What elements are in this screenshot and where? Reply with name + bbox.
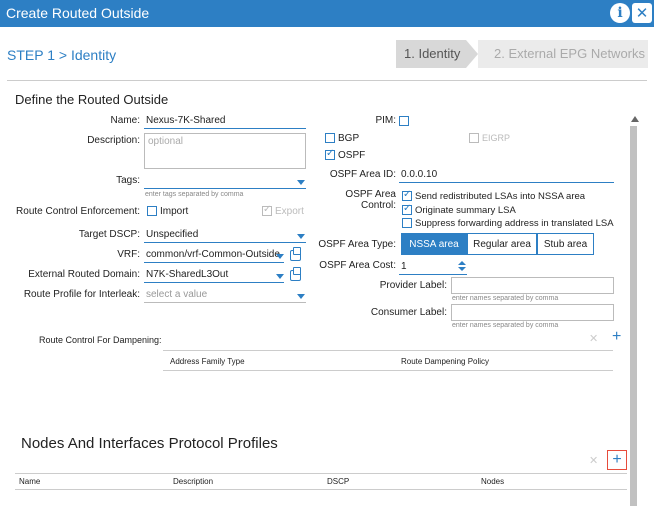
chevron-down-icon[interactable]: [297, 234, 305, 239]
step-arrow: [466, 40, 478, 68]
provider-hint: enter names separated by comma: [452, 295, 559, 302]
title-bar: Create Routed Outside i ✕: [0, 0, 654, 27]
dampening-table-head-rule: [163, 370, 613, 371]
ospf-checkbox[interactable]: [325, 148, 335, 161]
provider-label: Provider Label:: [379, 280, 447, 291]
bgp-checkbox-group[interactable]: BGP: [325, 132, 359, 144]
provider-input[interactable]: [451, 277, 614, 294]
bgp-checkbox[interactable]: [325, 133, 335, 144]
area-type-label: OSPF Area Type:: [318, 239, 396, 250]
col-dscp: DSCP: [327, 477, 350, 486]
col-dampening-policy: Route Dampening Policy: [401, 357, 490, 366]
delete-icon[interactable]: ✕: [589, 332, 598, 345]
consumer-label: Consumer Label:: [370, 307, 447, 318]
increment-icon[interactable]: [458, 261, 466, 265]
import-label: Import: [160, 205, 189, 217]
section-title: Define the Routed Outside: [15, 92, 169, 107]
open-link-icon[interactable]: [290, 247, 301, 261]
export-checkbox-group: Export: [262, 204, 304, 217]
send-lsa-checkbox[interactable]: [402, 189, 412, 202]
export-checkbox: [262, 204, 272, 217]
chevron-down-icon[interactable]: [276, 274, 284, 279]
dampening-label: Route Control For Dampening:: [39, 335, 162, 345]
ospf-checkbox-group[interactable]: OSPF: [325, 148, 366, 161]
ospf-label: OSPF: [338, 149, 366, 161]
nodes-section-title: Nodes And Interfaces Protocol Profiles: [21, 435, 278, 452]
add-node-profile-button[interactable]: +: [607, 450, 627, 470]
dscp-label: Target DSCP:: [78, 229, 140, 240]
area-control-opt-suppress[interactable]: Suppress forwarding address in translate…: [402, 217, 614, 229]
eigrp-checkbox: [469, 133, 479, 144]
domain-label: External Routed Domain:: [28, 269, 140, 280]
area-control-label-2: Control:: [360, 200, 396, 211]
name-input[interactable]: Nexus-7K-Shared: [144, 113, 306, 129]
decrement-icon[interactable]: [458, 267, 466, 271]
info-icon[interactable]: i: [610, 3, 630, 23]
suppress-fwd-label: Suppress forwarding address in translate…: [415, 217, 614, 229]
vrf-select[interactable]: common/vrf-Common-Outside: [144, 247, 284, 263]
tags-hint: enter tags separated by comma: [145, 191, 244, 198]
add-icon[interactable]: +: [612, 328, 621, 346]
nssa-area-button[interactable]: NSSA area: [401, 233, 467, 255]
area-type-selector: NSSA area Regular area Stub area: [401, 233, 594, 255]
open-link-icon[interactable]: [290, 267, 301, 281]
area-control-opt-send[interactable]: Send redistributed LSAs into NSSA area: [402, 189, 586, 202]
step-external-epg-tab[interactable]: 2. External EPG Networks: [478, 40, 648, 68]
area-id-input[interactable]: 0.0.0.10: [399, 167, 614, 183]
bgp-label: BGP: [338, 132, 360, 144]
form-content: Define the Routed Outside Name: Nexus-7K…: [0, 84, 654, 506]
eigrp-label: EIGRP: [482, 133, 511, 144]
suppress-fwd-checkbox[interactable]: [402, 218, 412, 229]
description-label: Description:: [87, 135, 140, 146]
route-profile-select[interactable]: select a value: [144, 287, 306, 303]
step-identity-tab[interactable]: 1. Identity: [396, 40, 466, 68]
consumer-hint: enter names separated by comma: [452, 322, 559, 329]
description-input[interactable]: optional: [144, 133, 306, 169]
area-control-opt-originate[interactable]: Originate summary LSA: [402, 203, 516, 216]
pim-checkbox[interactable]: [399, 116, 409, 127]
dampening-table-top-rule: [163, 350, 613, 351]
area-cost-input[interactable]: 1: [399, 259, 467, 275]
import-checkbox-group[interactable]: Import: [147, 205, 188, 217]
chevron-down-icon[interactable]: [297, 180, 305, 185]
scroll-up-icon[interactable]: [631, 116, 639, 122]
header-divider: [7, 80, 647, 81]
area-control-label-1: OSPF Area: [345, 189, 396, 200]
rce-label: Route Control Enforcement:: [16, 206, 140, 217]
eigrp-checkbox-group: EIGRP: [469, 132, 510, 144]
col-description: Description: [173, 477, 214, 486]
step-header: STEP 1 > Identity: [7, 47, 117, 63]
import-checkbox[interactable]: [147, 206, 157, 217]
consumer-input[interactable]: [451, 304, 614, 321]
stub-area-button[interactable]: Stub area: [537, 233, 594, 255]
area-cost-label: OSPF Area Cost:: [319, 260, 396, 271]
delete-icon[interactable]: ✕: [589, 454, 598, 467]
scrollbar-thumb[interactable]: [630, 126, 637, 506]
domain-select[interactable]: N7K-SharedL3Out: [144, 267, 284, 283]
nodes-table-top-rule: [15, 473, 627, 474]
vrf-label: VRF:: [117, 249, 140, 260]
col-nodes: Nodes: [481, 477, 505, 486]
window-title: Create Routed Outside: [6, 5, 150, 21]
dscp-select[interactable]: Unspecified: [144, 227, 306, 243]
originate-lsa-checkbox[interactable]: [402, 203, 412, 216]
chevron-down-icon[interactable]: [276, 254, 284, 259]
send-lsa-label: Send redistributed LSAs into NSSA area: [415, 190, 586, 202]
tags-label: Tags:: [116, 175, 140, 186]
col-address-family: Address Family Type: [170, 357, 245, 366]
pim-label: PIM:: [375, 115, 396, 126]
originate-lsa-label: Originate summary LSA: [415, 204, 516, 216]
name-label: Name:: [110, 115, 140, 126]
close-icon[interactable]: ✕: [632, 3, 652, 23]
col-name: Name: [19, 477, 41, 486]
regular-area-button[interactable]: Regular area: [467, 233, 537, 255]
chevron-down-icon[interactable]: [297, 294, 305, 299]
nodes-table-head-rule: [15, 489, 627, 490]
route-profile-label: Route Profile for Interleak:: [23, 289, 140, 300]
area-id-label: OSPF Area ID:: [329, 169, 396, 180]
export-label: Export: [275, 205, 304, 217]
tags-input[interactable]: [144, 173, 306, 189]
